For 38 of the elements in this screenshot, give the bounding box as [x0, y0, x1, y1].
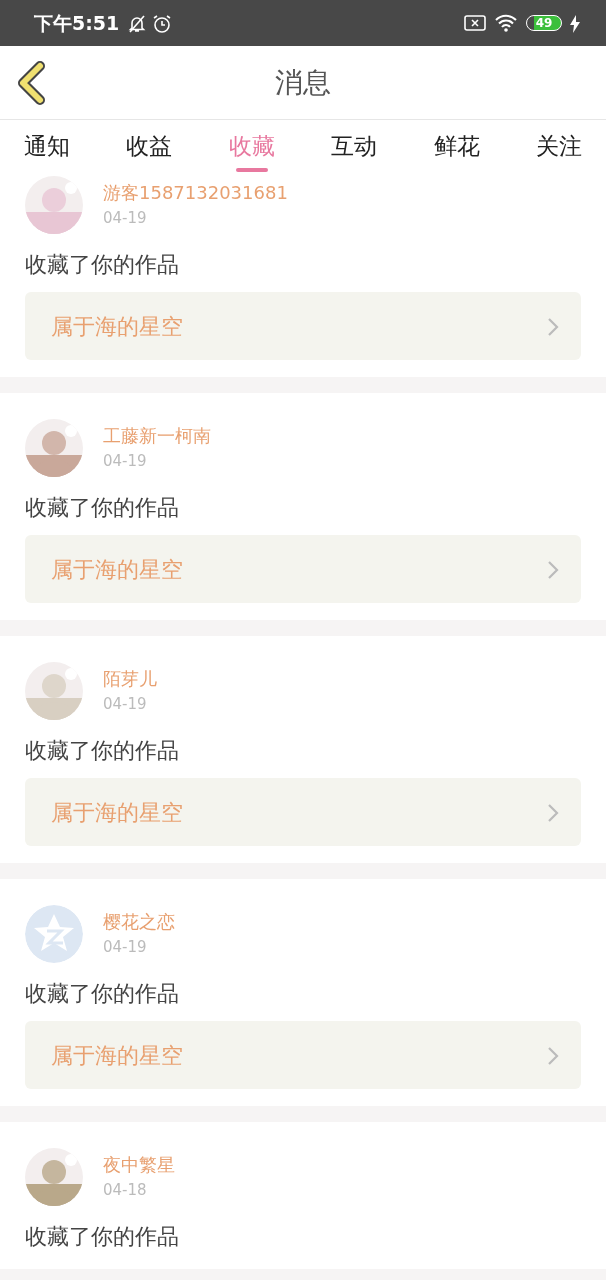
message-date: 04-19: [103, 451, 148, 471]
battery-indicator: 49: [526, 15, 562, 31]
charging-icon: [570, 14, 580, 33]
message-text: 收藏了你的作品: [25, 251, 180, 279]
work-link[interactable]: 属于海的星空: [25, 292, 581, 360]
message-date: 04-19: [103, 208, 148, 228]
user-name[interactable]: 游客1587132031681: [103, 182, 288, 204]
tab[interactable]: 鲜花: [433, 120, 480, 172]
page-title: 消息: [275, 64, 331, 101]
tab[interactable]: 互动: [331, 120, 378, 172]
muted-bell-icon: [127, 13, 148, 34]
tab[interactable]: 收益: [126, 120, 173, 172]
chevron-right-icon: [547, 802, 559, 823]
work-link[interactable]: 属于海的星空: [25, 535, 581, 603]
user-name[interactable]: 樱花之恋: [103, 911, 175, 933]
user-name[interactable]: 陌芽儿: [103, 668, 157, 690]
sim-off-icon: [464, 15, 486, 31]
wifi-icon: [494, 14, 518, 32]
alarm-icon: [152, 13, 173, 34]
user-name[interactable]: 夜中繁星: [103, 1154, 175, 1176]
message-text: 收藏了你的作品: [25, 1223, 180, 1251]
tab[interactable]: 关注: [535, 120, 582, 172]
tab[interactable]: 收藏: [228, 120, 275, 172]
message-date: 04-19: [103, 937, 148, 957]
chevron-right-icon: [547, 559, 559, 580]
status-time: 下午5:51: [34, 10, 120, 36]
message-date: 04-19: [103, 694, 148, 714]
chevron-right-icon: [547, 1045, 559, 1066]
chevron-right-icon: [547, 316, 559, 337]
tab[interactable]: 通知: [24, 120, 70, 172]
message-text: 收藏了你的作品: [25, 737, 180, 765]
work-link[interactable]: 属于海的星空: [25, 1021, 581, 1089]
work-link[interactable]: 属于海的星空: [25, 778, 581, 846]
message-date: 04-18: [103, 1180, 148, 1200]
message-text: 收藏了你的作品: [25, 980, 180, 1008]
user-name[interactable]: 工藤新一柯南: [103, 425, 211, 447]
default-avatar-icon: [25, 905, 83, 963]
message-text: 收藏了你的作品: [25, 494, 180, 522]
